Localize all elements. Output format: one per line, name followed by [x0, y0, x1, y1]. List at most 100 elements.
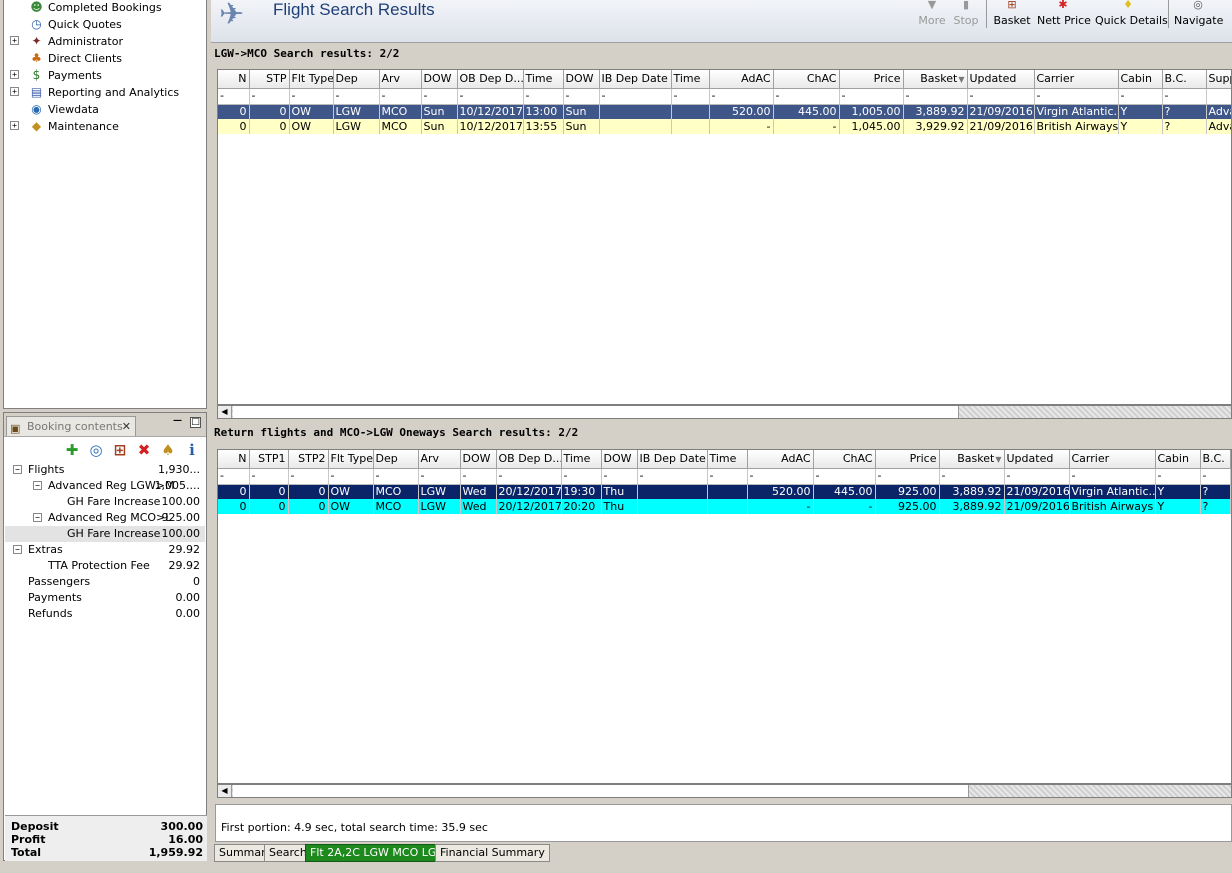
booking-row[interactable]: − Flights 1,930...	[5, 462, 205, 478]
filter-cell[interactable]: -	[379, 88, 422, 105]
nav-item-maintenance[interactable]: + ◆ Maintenance	[4, 118, 204, 135]
column-header-ob-dep-d[interactable]: OB Dep D...	[457, 70, 524, 89]
column-header-b-c[interactable]: B.C.	[1200, 450, 1231, 469]
scrollbar-thumb[interactable]	[233, 785, 969, 797]
column-header-ib-dep-date[interactable]: IB Dep Date	[599, 70, 672, 89]
column-header-supp[interactable]: Supp	[1206, 70, 1231, 89]
maximize-icon[interactable]: □	[190, 417, 201, 428]
close-icon[interactable]: ✕	[122, 417, 131, 436]
delete-icon[interactable]: ✖	[135, 441, 153, 459]
nav-item-payments[interactable]: + $ Payments	[4, 67, 204, 84]
collapse-icon[interactable]: −	[33, 513, 42, 522]
basket-button[interactable]: ⊞ Basket	[993, 0, 1031, 30]
filter-cell[interactable]: -	[289, 88, 334, 105]
filter-cell[interactable]: -	[1155, 468, 1201, 485]
booking-row[interactable]: − Advanced Reg MCO>L 925.00	[5, 510, 205, 526]
filter-cell[interactable]: -	[939, 468, 1005, 485]
filter-cell[interactable]: -	[563, 88, 600, 105]
filter-cell[interactable]: -	[288, 468, 329, 485]
column-header-dow[interactable]: DOW	[601, 450, 638, 469]
column-header-b-c[interactable]: B.C.	[1162, 70, 1207, 89]
booking-row[interactable]: TTA Protection Fee 29.92	[5, 558, 205, 574]
column-header-stp1[interactable]: STP1	[249, 450, 289, 469]
return-horizontal-scrollbar[interactable]: ◀	[217, 784, 1232, 798]
filter-cell[interactable]: -	[249, 88, 290, 105]
filter-cell[interactable]: -	[813, 468, 876, 485]
column-header-updated[interactable]: Updated	[1004, 450, 1070, 469]
booking-row[interactable]: Passengers 0	[5, 574, 205, 590]
filter-cell[interactable]: -	[333, 88, 380, 105]
column-header-time[interactable]: Time	[561, 450, 602, 469]
filter-cell[interactable]: -	[967, 88, 1035, 105]
add-icon[interactable]: ✚	[63, 441, 81, 459]
booking-contents-tab[interactable]: ▣ Booking contents ✕	[6, 416, 136, 436]
scrollbar-thumb[interactable]	[233, 406, 959, 418]
filter-cell[interactable]: -	[373, 468, 419, 485]
filter-cell[interactable]: -	[496, 468, 562, 485]
column-header-chac[interactable]: ChAC	[813, 450, 876, 469]
column-header-time[interactable]: Time	[523, 70, 564, 89]
holiday-icon[interactable]: ♠	[159, 441, 177, 459]
column-header-ib-dep-date[interactable]: IB Dep Date	[637, 450, 708, 469]
column-header-arv[interactable]: Arv	[379, 70, 422, 89]
scroll-left-icon[interactable]: ◀	[218, 406, 232, 418]
navigate-button[interactable]: ◎ Navigate	[1174, 0, 1223, 30]
column-header-dow[interactable]: DOW	[421, 70, 458, 89]
filter-cell[interactable]: -	[218, 88, 250, 105]
expand-icon[interactable]: +	[10, 36, 19, 45]
filter-cell[interactable]: -	[1034, 88, 1119, 105]
table-row[interactable]: 0 0 0 OW MCO LGW Wed 20/12/2017 19:30 Thu 520.00 44…	[218, 484, 1231, 499]
column-header-n[interactable]: N	[218, 450, 250, 469]
nett-price-button[interactable]: ✱ Nett Price	[1037, 0, 1091, 30]
tab-financial-summary[interactable]: Financial Summary	[435, 844, 550, 862]
column-header-dep[interactable]: Dep	[333, 70, 380, 89]
table-row[interactable]: 0 0 OW LGW MCO Sun 10/12/2017 13:55 Sun - -1,045.0…	[218, 119, 1231, 134]
filter-cell[interactable]: -	[457, 88, 524, 105]
filter-cell[interactable]: -	[875, 468, 940, 485]
column-header-cabin[interactable]: Cabin	[1155, 450, 1201, 469]
stop-button[interactable]: ▮ Stop	[952, 0, 980, 30]
filter-cell[interactable]: -	[421, 88, 458, 105]
column-header-dep[interactable]: Dep	[373, 450, 419, 469]
refresh-icon[interactable]: ◎	[87, 441, 105, 459]
column-header-adac[interactable]: AdAC	[747, 450, 814, 469]
filter-cell[interactable]: -	[773, 88, 840, 105]
more-button[interactable]: ▼ More	[918, 0, 946, 30]
column-header-adac[interactable]: AdAC	[709, 70, 774, 89]
filter-cell[interactable]: -	[1118, 88, 1163, 105]
column-header-time[interactable]: Time	[707, 450, 748, 469]
filter-cell[interactable]: -	[1200, 468, 1231, 485]
column-header-flt-type[interactable]: Flt Type	[328, 450, 374, 469]
filter-cell[interactable]: -	[839, 88, 904, 105]
filter-cell[interactable]: -	[249, 468, 289, 485]
column-header-basket[interactable]: Basket▼	[939, 450, 1005, 469]
column-header-chac[interactable]: ChAC	[773, 70, 840, 89]
filter-cell[interactable]: -	[709, 88, 774, 105]
column-header-price[interactable]: Price	[875, 450, 940, 469]
column-header-dow[interactable]: DOW	[563, 70, 600, 89]
tab-flt-2a-2c-lgw-mco-lgw[interactable]: Flt 2A,2C LGW MCO LGW	[305, 844, 453, 862]
nav-item-reporting-and-analytics[interactable]: + ▤ Reporting and Analytics	[4, 84, 204, 101]
column-header-cabin[interactable]: Cabin	[1118, 70, 1163, 89]
filter-cell[interactable]: -	[1004, 468, 1070, 485]
filter-cell[interactable]: -	[328, 468, 374, 485]
filter-cell[interactable]: -	[418, 468, 461, 485]
outbound-horizontal-scrollbar[interactable]: ◀	[217, 405, 1232, 419]
filter-cell[interactable]: -	[637, 468, 708, 485]
filter-cell[interactable]: -	[747, 468, 814, 485]
filter-cell[interactable]: -	[218, 468, 250, 485]
expand-icon[interactable]: +	[10, 121, 19, 130]
column-header-updated[interactable]: Updated	[967, 70, 1035, 89]
filter-cell[interactable]: -	[707, 468, 748, 485]
booking-row[interactable]: − Extras 29.92	[5, 542, 205, 558]
column-header-stp[interactable]: STP	[249, 70, 290, 89]
column-header-carrier[interactable]: Carrier	[1034, 70, 1119, 89]
nav-item-direct-clients[interactable]: ♣ Direct Clients	[4, 50, 204, 67]
nav-item-viewdata[interactable]: ◉ Viewdata	[4, 101, 204, 118]
collapse-icon[interactable]: −	[13, 545, 22, 554]
column-header-arv[interactable]: Arv	[418, 450, 461, 469]
info-icon[interactable]: i	[183, 441, 201, 459]
column-header-carrier[interactable]: Carrier	[1069, 450, 1156, 469]
booking-row[interactable]: Payments 0.00	[5, 590, 205, 606]
filter-cell[interactable]: -	[1069, 468, 1156, 485]
